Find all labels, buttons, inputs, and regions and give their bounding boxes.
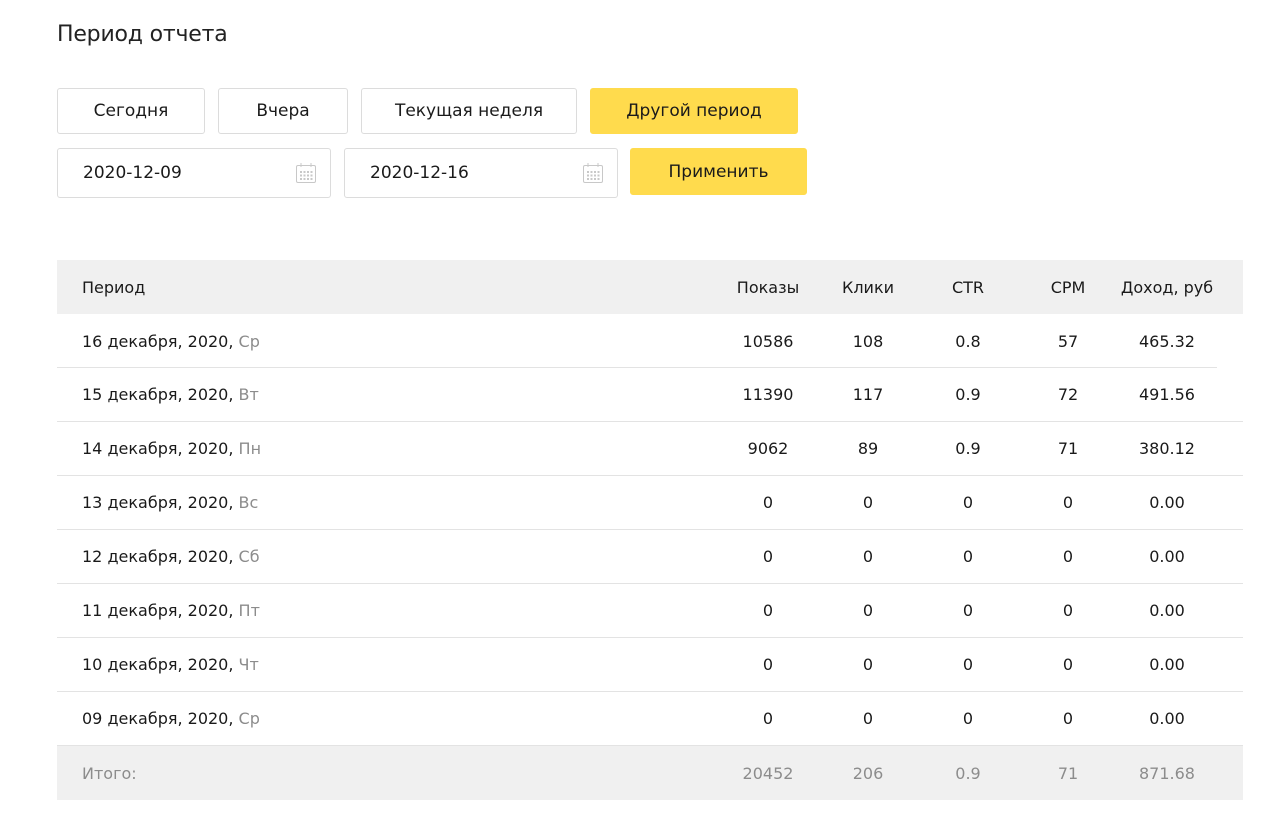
- row-clicks: 108: [852, 331, 884, 351]
- row-income: 0.00: [1149, 493, 1185, 512]
- row-shows: 0: [762, 493, 774, 512]
- date-to-value: 2020-12-16: [370, 163, 469, 183]
- table-row: 16 декабря, 2020, Ср 10586 108 0.8 57 465.32: [57, 314, 1243, 368]
- row-period: 12 декабря, 2020, Сб: [82, 547, 260, 566]
- row-income: 0.00: [1149, 709, 1185, 728]
- row-shows: 0: [762, 601, 774, 620]
- row-period: 10 декабря, 2020, Чт: [82, 655, 259, 674]
- total-row: Итого: 20452 206 0.9 71 871.68: [57, 746, 1243, 800]
- header-income[interactable]: Доход, руб: [1117, 278, 1217, 297]
- total-shows: 20452: [742, 763, 794, 783]
- row-period: 15 декабря, 2020, Вт: [82, 385, 259, 404]
- row-weekday: Ср: [238, 331, 260, 351]
- row-clicks: 0: [862, 601, 874, 620]
- date-from-input[interactable]: 2020-12-09: [57, 148, 331, 198]
- row-cpm: 72: [1057, 385, 1079, 404]
- total-label: Итого:: [82, 763, 137, 783]
- row-ctr: 0.9: [955, 439, 981, 458]
- row-shows: 9062: [747, 439, 789, 458]
- row-ctr: 0: [962, 709, 974, 728]
- row-date: 16 декабря, 2020,: [82, 331, 234, 351]
- row-shows: 11390: [742, 385, 794, 404]
- row-cpm: 0: [1062, 493, 1074, 512]
- table-row: 09 декабря, 2020, Ср 0 0 0 0 0.00: [57, 692, 1243, 746]
- header-clicks[interactable]: Клики: [825, 278, 911, 297]
- row-date: 10 декабря, 2020,: [82, 655, 234, 674]
- row-income: 465.32: [1139, 331, 1195, 351]
- table-header-row: Период Показы Клики CTR CPM Доход, руб: [57, 260, 1243, 314]
- row-date: 12 декабря, 2020,: [82, 547, 234, 566]
- row-shows: 0: [762, 709, 774, 728]
- other-period-button[interactable]: Другой период: [590, 88, 798, 134]
- table-row: 11 декабря, 2020, Пт 0 0 0 0 0.00: [57, 584, 1243, 638]
- row-weekday: Пт: [238, 601, 260, 620]
- table-row: 14 декабря, 2020, Пн 9062 89 0.9 71 380.12: [57, 422, 1243, 476]
- row-weekday: Ср: [238, 709, 260, 728]
- row-weekday: Вт: [238, 385, 259, 404]
- row-income: 491.56: [1139, 385, 1195, 404]
- row-date: 15 декабря, 2020,: [82, 385, 234, 404]
- row-clicks: 0: [862, 655, 874, 674]
- row-weekday: Чт: [238, 655, 259, 674]
- row-cpm: 0: [1062, 655, 1074, 674]
- header-cpm[interactable]: CPM: [1025, 278, 1111, 297]
- table-row: 10 декабря, 2020, Чт 0 0 0 0 0.00: [57, 638, 1243, 692]
- today-button[interactable]: Сегодня: [57, 88, 205, 134]
- row-clicks: 0: [862, 709, 874, 728]
- row-weekday: Пн: [238, 439, 262, 458]
- row-shows: 0: [762, 655, 774, 674]
- row-date: 11 декабря, 2020,: [82, 601, 234, 620]
- row-income: 0.00: [1149, 601, 1185, 620]
- total-income: 871.68: [1139, 763, 1195, 783]
- row-date: 13 декабря, 2020,: [82, 493, 234, 512]
- row-period: 11 декабря, 2020, Пт: [82, 601, 260, 620]
- yesterday-button[interactable]: Вчера: [218, 88, 348, 134]
- total-ctr: 0.9: [955, 763, 981, 783]
- row-weekday: Вс: [238, 493, 259, 512]
- row-period: 14 декабря, 2020, Пн: [82, 439, 261, 458]
- row-income: 380.12: [1139, 439, 1195, 458]
- row-date: 09 декабря, 2020,: [82, 709, 234, 728]
- header-ctr[interactable]: CTR: [925, 278, 1011, 297]
- table-row: 13 декабря, 2020, Вс 0 0 0 0 0.00: [57, 476, 1243, 530]
- date-to-input[interactable]: 2020-12-16: [344, 148, 618, 198]
- row-cpm: 57: [1057, 331, 1079, 351]
- row-ctr: 0.9: [955, 385, 981, 404]
- row-period: 13 декабря, 2020, Вс: [82, 493, 258, 512]
- row-income: 0.00: [1149, 547, 1185, 566]
- row-cpm: 0: [1062, 601, 1074, 620]
- row-ctr: 0: [962, 655, 974, 674]
- header-shows[interactable]: Показы: [725, 278, 811, 297]
- row-cpm: 0: [1062, 709, 1074, 728]
- row-cpm: 71: [1057, 439, 1079, 458]
- calendar-icon[interactable]: [295, 162, 317, 184]
- row-shows: 10586: [742, 331, 794, 351]
- total-clicks: 206: [852, 763, 884, 783]
- row-shows: 0: [762, 547, 774, 566]
- row-clicks: 89: [857, 439, 879, 458]
- total-cpm: 71: [1057, 763, 1079, 783]
- row-ctr: 0.8: [955, 331, 981, 351]
- row-clicks: 117: [852, 385, 884, 404]
- current-week-button[interactable]: Текущая неделя: [361, 88, 577, 134]
- row-date: 14 декабря, 2020,: [82, 439, 234, 458]
- row-income: 0.00: [1149, 655, 1185, 674]
- row-ctr: 0: [962, 601, 974, 620]
- date-from-value: 2020-12-09: [83, 163, 182, 183]
- row-clicks: 0: [862, 493, 874, 512]
- apply-button[interactable]: Применить: [630, 148, 807, 195]
- table-row: 15 декабря, 2020, Вт 11390 117 0.9 72 491.56: [57, 368, 1243, 422]
- row-weekday: Сб: [238, 547, 260, 566]
- page-title: Период отчета: [57, 22, 228, 47]
- calendar-icon[interactable]: [582, 162, 604, 184]
- row-ctr: 0: [962, 493, 974, 512]
- row-period: 09 декабря, 2020, Ср: [82, 709, 260, 728]
- row-period: 16 декабря, 2020, Ср: [82, 332, 260, 351]
- row-ctr: 0: [962, 547, 974, 566]
- row-cpm: 0: [1062, 547, 1074, 566]
- header-period[interactable]: Период: [82, 278, 145, 297]
- report-table: Период Показы Клики CTR CPM Доход, руб 1…: [57, 260, 1243, 800]
- table-row: 12 декабря, 2020, Сб 0 0 0 0 0.00: [57, 530, 1243, 584]
- row-clicks: 0: [862, 547, 874, 566]
